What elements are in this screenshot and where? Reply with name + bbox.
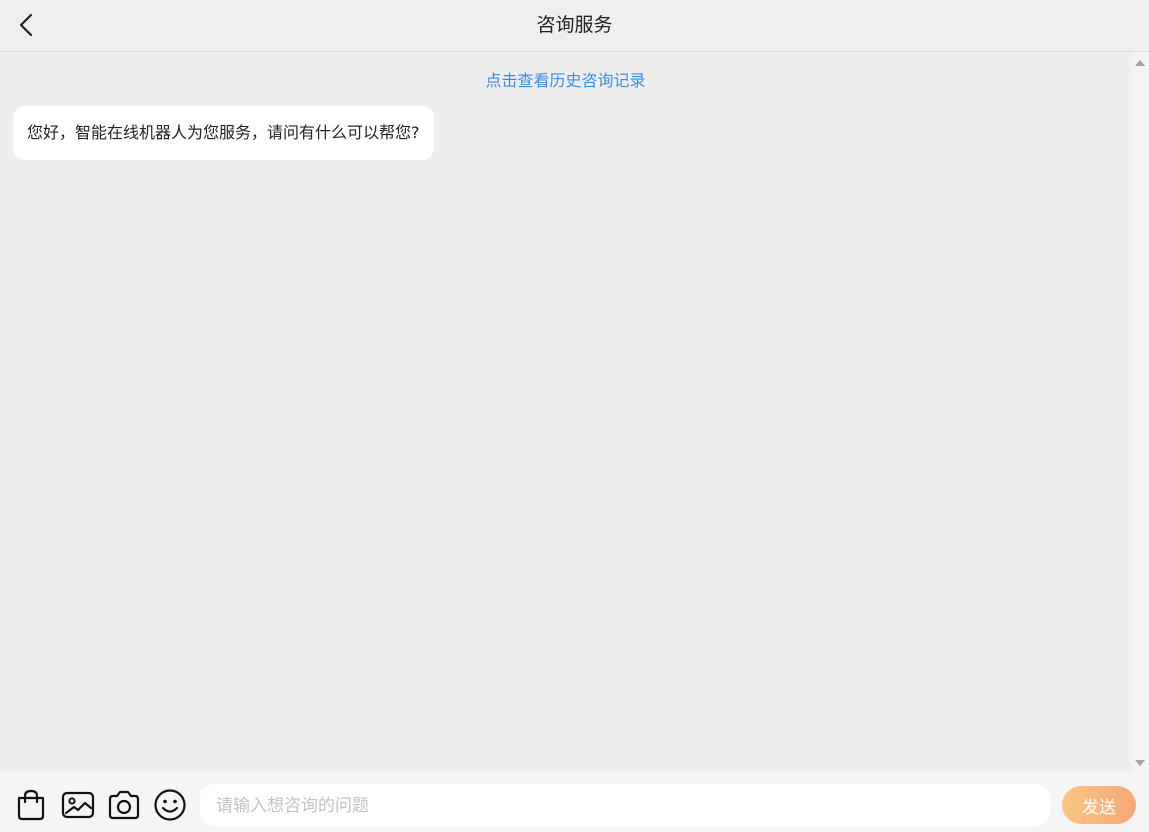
header: 咨询服务 bbox=[0, 0, 1149, 52]
composer-bar: 发送 bbox=[0, 772, 1149, 832]
emoji-icon bbox=[154, 789, 186, 821]
shopping-bag-icon bbox=[17, 789, 45, 821]
camera-button[interactable] bbox=[107, 788, 141, 822]
image-icon bbox=[61, 791, 95, 819]
camera-icon bbox=[108, 790, 140, 820]
chat-area[interactable]: 点击查看历史咨询记录 您好，智能在线机器人为您服务，请问有什么可以帮您? bbox=[0, 52, 1131, 772]
page-title: 咨询服务 bbox=[536, 14, 613, 36]
scrollbar[interactable] bbox=[1131, 52, 1149, 772]
message-input[interactable] bbox=[214, 784, 1038, 828]
message-input-wrapper bbox=[200, 784, 1050, 828]
bot-message-bubble: 您好，智能在线机器人为您服务，请问有什么可以帮您? bbox=[13, 106, 434, 160]
history-link[interactable]: 点击查看历史咨询记录 bbox=[0, 67, 1131, 91]
emoji-button[interactable] bbox=[153, 788, 187, 822]
image-button[interactable] bbox=[61, 788, 95, 822]
scroll-down-arrow[interactable] bbox=[1135, 760, 1145, 766]
shopping-bag-button[interactable] bbox=[14, 788, 48, 822]
chat-app: 咨询服务 点击查看历史咨询记录 您好，智能在线机器人为您服务，请问有什么可以帮您… bbox=[0, 0, 1149, 832]
scroll-up-arrow[interactable] bbox=[1135, 60, 1145, 66]
send-button[interactable]: 发送 bbox=[1062, 786, 1136, 824]
